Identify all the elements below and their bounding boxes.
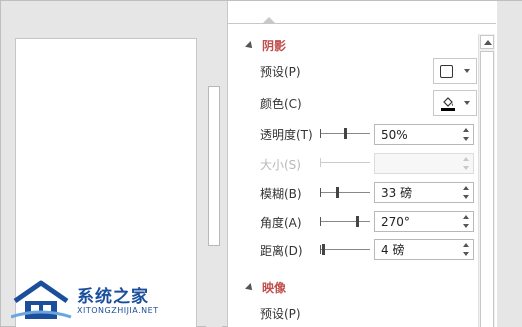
shadow-preset-button[interactable] — [433, 58, 477, 84]
preset-label: 预设(P) — [260, 64, 301, 79]
watermark-name: 系统之家 — [77, 287, 149, 307]
size-input — [374, 153, 474, 174]
slider-knob[interactable] — [336, 187, 339, 198]
watermark: 系统之家 XITONGZHIJIA.NET — [11, 279, 171, 324]
angle-input[interactable]: 270° — [374, 211, 474, 232]
shadow-section-header[interactable]: 阴影 — [245, 37, 287, 54]
angle-value: 270° — [381, 214, 410, 229]
size-slider — [320, 158, 372, 168]
size-label: 大小(S) — [260, 157, 301, 172]
format-pane: 阴影 预设(P) 颜色(C) 透明度(T) 50% 大小(S) 模糊(B) 33… — [227, 1, 497, 327]
collapse-triangle-icon — [245, 282, 255, 293]
distance-row: 距离(D) — [260, 238, 303, 262]
spin-arrows-icon[interactable] — [462, 241, 471, 258]
spin-arrows-icon[interactable] — [462, 184, 471, 201]
distance-slider[interactable] — [320, 244, 372, 255]
chevron-down-icon — [464, 69, 470, 73]
slider-knob[interactable] — [356, 216, 359, 227]
blur-value: 33 磅 — [381, 186, 413, 200]
slider-knob[interactable] — [322, 244, 325, 255]
shadow-color-button[interactable] — [433, 90, 477, 116]
pane-scrollbar[interactable] — [478, 34, 495, 327]
angle-label: 角度(A) — [260, 215, 302, 230]
shadow-preset-row: 预设(P) — [260, 59, 301, 83]
distance-input[interactable]: 4 磅 — [374, 239, 474, 260]
pane-pointer — [262, 17, 276, 24]
spin-arrows-icon[interactable] — [462, 126, 471, 143]
shadow-color-row: 颜色(C) — [260, 91, 302, 115]
blur-label: 模糊(B) — [260, 186, 302, 201]
scroll-up-arrow-icon[interactable] — [480, 35, 494, 49]
slider-knob[interactable] — [344, 128, 347, 139]
pane-scroll-thumb[interactable] — [480, 51, 494, 327]
transparency-label: 透明度(T) — [260, 127, 313, 142]
color-label: 颜色(C) — [260, 96, 302, 111]
reflection-section-header[interactable]: 映像 — [245, 279, 287, 296]
reflection-preset-row: 预设(P) — [260, 301, 301, 325]
transparency-row: 透明度(T) — [260, 122, 313, 146]
watermark-url: XITONGZHIJIA.NET — [77, 306, 159, 315]
distance-label: 距离(D) — [260, 243, 303, 258]
spin-arrows-icon — [462, 155, 471, 172]
transparency-input[interactable]: 50% — [374, 124, 474, 145]
shadow-preset-icon — [440, 64, 453, 78]
chevron-down-icon — [464, 101, 470, 105]
reflection-section-title: 映像 — [262, 281, 287, 295]
paint-bucket-icon — [441, 97, 455, 111]
blur-input[interactable]: 33 磅 — [374, 182, 474, 203]
size-row: 大小(S) — [260, 152, 301, 176]
transparency-slider[interactable] — [320, 128, 372, 139]
angle-slider[interactable] — [320, 216, 372, 227]
workspace-scroll-thumb[interactable] — [208, 86, 220, 246]
window-edge — [497, 1, 522, 327]
blur-slider[interactable] — [320, 187, 372, 198]
workspace-scrollbar[interactable] — [206, 1, 222, 327]
spin-arrows-icon[interactable] — [462, 213, 471, 230]
shadow-section-title: 阴影 — [262, 39, 287, 53]
blur-row: 模糊(B) — [260, 181, 302, 205]
angle-row: 角度(A) — [260, 210, 302, 234]
transparency-value: 50% — [381, 127, 408, 142]
window-frame: 阴影 预设(P) 颜色(C) 透明度(T) 50% 大小(S) 模糊(B) 33… — [0, 0, 522, 327]
reflection-preset-label: 预设(P) — [260, 306, 301, 321]
collapse-triangle-icon — [245, 40, 255, 51]
distance-value: 4 磅 — [381, 243, 405, 257]
house-logo-icon — [11, 280, 72, 319]
